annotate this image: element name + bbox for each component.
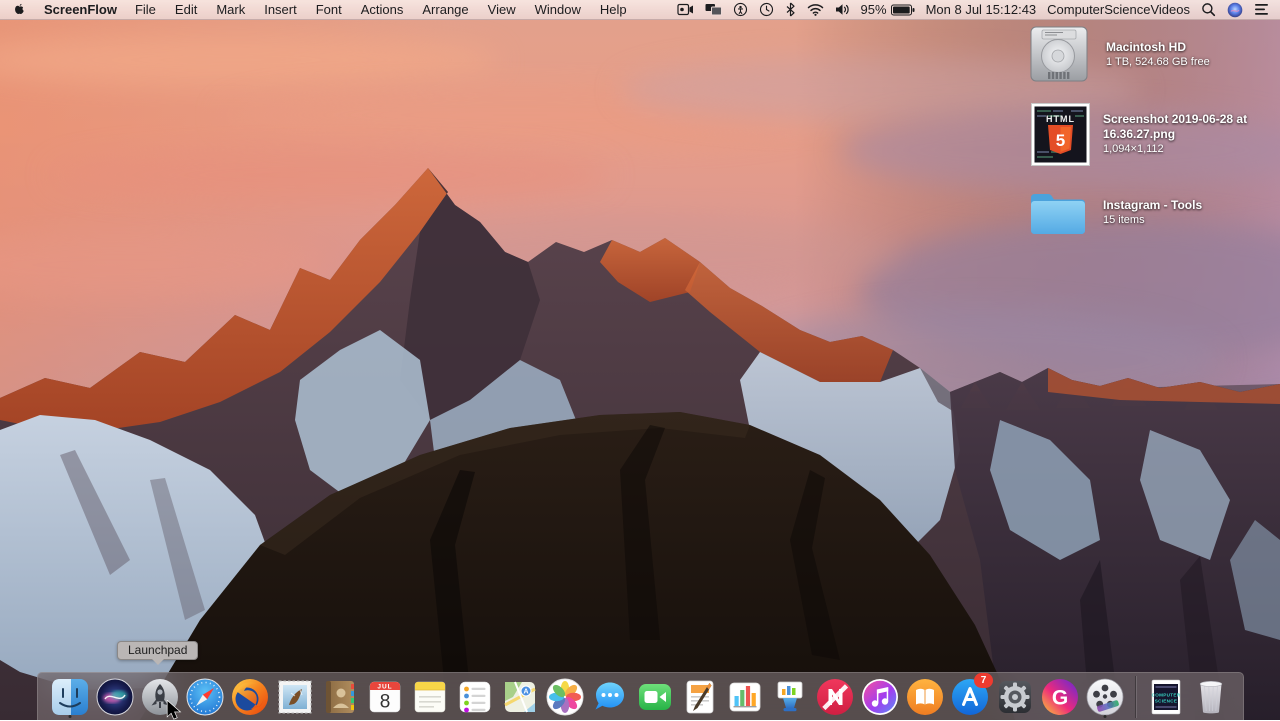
menu-item-window[interactable]: Window [535,2,581,17]
dock-notes-icon[interactable] [410,674,450,719]
desktop-icon-instagram-tools-folder[interactable]: Instagram - Tools 15 items [1028,188,1202,238]
apple-menu[interactable] [13,2,26,17]
time-machine-icon[interactable] [759,2,774,17]
dock-mail-icon[interactable] [275,674,315,719]
dock-firefox-icon[interactable] [230,674,270,719]
file-icon-line1: COMPUTER [1152,692,1181,697]
dock-contacts-icon[interactable] [320,674,360,719]
calendar-month: JUL [377,683,392,690]
accessibility-icon[interactable] [733,2,748,17]
dock-system-preferences-icon[interactable] [995,674,1035,719]
bluetooth-icon[interactable] [785,2,796,17]
icon-title: Macintosh HD [1106,40,1187,54]
notification-center-icon[interactable] [1254,3,1270,16]
dock-numbers-icon[interactable] [725,674,765,719]
desktop-label: Screenshot 2019-06-28 at 16.36.27.png 1,… [1103,112,1247,157]
menu-item-insert[interactable]: Insert [264,2,297,17]
dock-trash-icon[interactable] [1191,674,1231,719]
menu-bar: ScreenFlow File Edit Mark Insert Font Actions… [0,0,1280,20]
volume-icon[interactable] [835,3,850,16]
siri-icon[interactable] [1227,2,1243,18]
dock-g-app-icon[interactable]: G [1040,674,1080,719]
dock-pages-icon[interactable] [680,674,720,719]
dock-finder-icon[interactable] [50,674,90,719]
tooltip-label: Launchpad [128,643,188,657]
desktop-icon-screenshot-file[interactable]: HTML 5 Screenshot 2019-06-28 at 16.36.27… [1031,103,1247,166]
icon-title: Instagram - Tools [1103,198,1203,212]
menu-item-arrange[interactable]: Arrange [422,2,468,17]
html-thumb-word: HTML [1046,114,1075,124]
hard-drive-icon [1030,26,1088,82]
dock-facetime-icon[interactable] [635,674,675,719]
g-app-letter: G [1052,686,1068,709]
menu-item-help[interactable]: Help [600,2,627,17]
menubar-username[interactable]: ComputerScienceVideos [1047,2,1190,17]
dock-maps-icon[interactable]: A [500,674,540,719]
dock-siri-icon[interactable] [95,674,135,719]
dock-appstore-icon[interactable]: 7 [950,673,993,719]
battery-icon [890,4,915,15]
dock-photos-icon[interactable] [545,674,585,719]
html-thumb-digit: 5 [1056,131,1065,150]
file-icon-line2: SCIENCE [1155,698,1178,703]
menubar-menus: File Edit Mark Insert Font Actions Arrange View… [135,2,627,17]
battery-status[interactable]: 95% [861,2,915,17]
image-file-icon: HTML 5 [1031,103,1090,166]
folder-icon [1031,194,1085,234]
dock-messages-icon[interactable] [590,674,630,719]
dock-separator [1135,675,1136,718]
launchpad-tooltip: Launchpad [117,641,199,660]
dock-itunes-icon[interactable] [860,674,900,719]
app-store-badge: 7 [974,673,993,688]
desktop-label: Macintosh HD 1 TB, 524.68 GB free [1106,40,1210,70]
icon-title-line2: 16.36.27.png [1103,127,1176,141]
displays-icon[interactable] [705,3,722,16]
dock-keynote-icon[interactable] [770,674,810,719]
active-app-name[interactable]: ScreenFlow [44,2,117,17]
dock-calendar-icon[interactable]: JUL 8 [365,674,405,719]
menu-item-edit[interactable]: Edit [175,2,197,17]
wifi-icon[interactable] [807,3,824,16]
apple-logo-icon [15,3,24,14]
dock-computerscience-file-icon[interactable]: COMPUTER SCIENCE [1146,674,1186,719]
dock-screenflow-icon[interactable] [1085,674,1125,719]
icon-subtitle: 1,094×1,112 [1103,143,1164,155]
battery-percent: 95% [860,2,887,17]
menubar-clock[interactable]: Mon 8 Jul 15:12:43 [926,2,1037,17]
dock: JUL 8 A 7 G COMPUTER SCIENCE [37,672,1244,720]
menu-item-actions[interactable]: Actions [361,2,404,17]
running-indicator [68,715,72,718]
menu-item-font[interactable]: Font [316,2,342,17]
dock-news-icon[interactable] [815,674,855,719]
desktop-label: Instagram - Tools 15 items [1103,198,1202,228]
menu-item-mark[interactable]: Mark [216,2,245,17]
spotlight-icon[interactable] [1201,2,1216,17]
dock-safari-icon[interactable] [185,674,225,719]
screen-recording-icon[interactable] [676,3,694,16]
desktop-icon-macintosh-hd[interactable]: Macintosh HD 1 TB, 524.68 GB free [1026,25,1210,85]
mouse-cursor [166,700,182,720]
icon-title-line1: Screenshot 2019-06-28 at [1103,112,1248,126]
icon-subtitle: 15 items [1103,214,1145,226]
running-indicator [1103,715,1107,718]
screen: ScreenFlow File Edit Mark Insert Font Actions… [0,0,1280,720]
menu-item-view[interactable]: View [488,2,516,17]
calendar-day: 8 [380,691,391,712]
menu-item-file[interactable]: File [135,2,156,17]
maps-pin-letter: A [523,688,528,695]
dock-books-icon[interactable] [905,674,945,719]
dock-reminders-icon[interactable] [455,674,495,719]
icon-subtitle: 1 TB, 524.68 GB free [1106,56,1210,68]
